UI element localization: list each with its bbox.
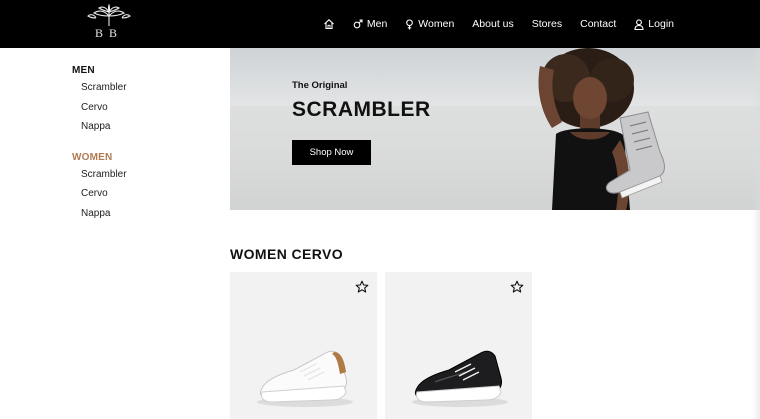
sidebar-link-women-scrambler[interactable]: Scrambler <box>81 165 222 185</box>
scroll-edge-shadow <box>752 48 760 419</box>
sidebar-heading-men[interactable]: MEN <box>72 64 222 78</box>
nav-women-label: Women <box>418 18 455 30</box>
nav-about-us-label: About us <box>472 18 514 30</box>
sidebar-group-women: WOMEN Scrambler Cervo Nappa <box>72 151 222 224</box>
section-title: WOMEN CERVO <box>230 246 344 262</box>
nav-contact-label: Contact <box>580 18 617 30</box>
home-icon <box>323 19 334 30</box>
star-outline-icon[interactable] <box>355 280 369 294</box>
star-outline-icon[interactable] <box>510 280 524 294</box>
shop-now-button[interactable]: Shop Now <box>292 140 371 165</box>
nav-stores-label: Stores <box>531 18 563 30</box>
main-nav: Men Women About us Stores Contact Login <box>323 0 674 48</box>
male-icon <box>353 19 363 29</box>
top-navigation-bar: BB Men Women About us Stores Contact Log… <box>0 0 760 48</box>
black-sneaker-image <box>412 350 508 407</box>
nav-login[interactable]: Login <box>634 18 674 30</box>
nav-contact[interactable]: Contact <box>580 18 616 30</box>
hero-subtitle: The Original <box>292 80 348 91</box>
sidebar-link-men-cervo[interactable]: Cervo <box>81 98 222 118</box>
category-sidebar: MEN Scrambler Cervo Nappa WOMEN Scramble… <box>72 64 222 223</box>
product-card[interactable] <box>385 272 532 419</box>
hero-model-image <box>538 48 665 210</box>
logo-text: BB <box>94 26 123 40</box>
sidebar-link-men-scrambler[interactable]: Scrambler <box>81 78 222 98</box>
nav-men-label: Men <box>366 18 388 30</box>
nav-about-us[interactable]: About us <box>472 18 513 30</box>
sidebar-group-men: MEN Scrambler Cervo Nappa <box>72 64 222 137</box>
nav-home[interactable] <box>323 18 335 30</box>
brand-logo[interactable]: BB <box>84 3 134 44</box>
nav-men[interactable]: Men <box>353 18 387 30</box>
product-card[interactable] <box>230 272 377 419</box>
hero-title: SCRAMBLER <box>292 98 431 121</box>
hero-banner: The Original SCRAMBLER Shop Now <box>230 48 760 210</box>
nav-login-label: Login <box>648 18 674 30</box>
white-sneaker-image <box>257 350 353 407</box>
sidebar-link-women-nappa[interactable]: Nappa <box>81 204 222 224</box>
tree-logo-icon <box>87 3 131 26</box>
nav-women[interactable]: Women <box>405 18 454 30</box>
nav-stores[interactable]: Stores <box>532 18 562 30</box>
sidebar-link-women-cervo[interactable]: Cervo <box>81 184 222 204</box>
sidebar-link-men-nappa[interactable]: Nappa <box>81 117 222 137</box>
female-icon <box>406 18 414 29</box>
sidebar-heading-women[interactable]: WOMEN <box>72 151 222 165</box>
user-icon <box>634 18 644 30</box>
